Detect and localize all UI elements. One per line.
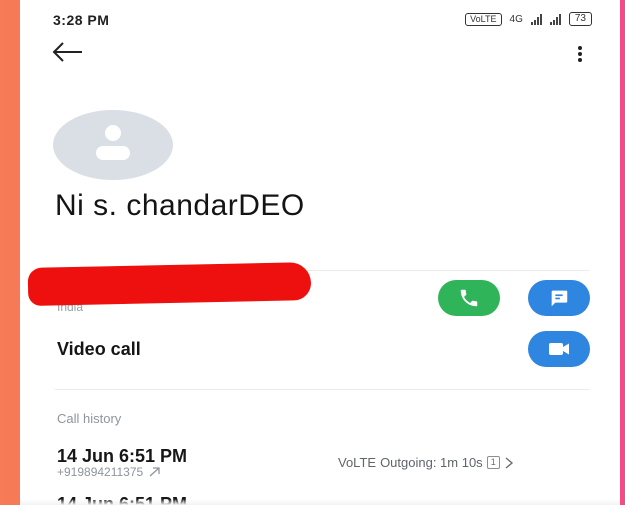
- video-call-button[interactable]: [528, 331, 590, 367]
- arrow-left-icon: [52, 42, 82, 62]
- history-call-detail: Outgoing: 1m 10s: [380, 455, 483, 470]
- signal-icon-2: [549, 13, 561, 25]
- call-button[interactable]: [438, 280, 500, 316]
- history-number: +919894211375: [57, 465, 162, 479]
- battery-icon: 73: [568, 12, 592, 26]
- video-call-label[interactable]: Video call: [57, 339, 141, 360]
- bottom-edge: [20, 499, 620, 505]
- video-camera-icon: [549, 343, 569, 355]
- network-type-label: 4G: [509, 13, 523, 25]
- history-number-text: +919894211375: [57, 465, 144, 479]
- message-button[interactable]: [528, 280, 590, 316]
- status-time: 3:28 PM: [53, 12, 110, 28]
- phone-icon: [460, 289, 478, 307]
- volte-badge: VoLTE: [465, 12, 502, 26]
- person-icon: [96, 125, 130, 160]
- contact-detail-screen: 3:28 PM VoLTE 4G 73 Ni s. chandarDEO Ind…: [20, 0, 620, 505]
- outgoing-arrow-icon: [149, 467, 160, 477]
- top-bar: [20, 38, 620, 70]
- contact-name: Ni s. chandarDEO: [55, 189, 305, 222]
- avatar: [53, 110, 173, 180]
- history-network: VoLTE: [338, 455, 377, 470]
- message-icon: [551, 290, 568, 307]
- back-button[interactable]: [50, 40, 90, 68]
- status-bar: 3:28 PM VoLTE 4G 73: [20, 0, 620, 38]
- battery-level: 73: [574, 13, 586, 24]
- chevron-right-icon: [505, 456, 513, 469]
- sim-badge: 1: [486, 456, 500, 469]
- history-detail: VoLTE Outgoing: 1m 10s 1: [338, 455, 514, 470]
- more-options-button[interactable]: [570, 42, 590, 66]
- call-history-label: Call history: [57, 411, 122, 426]
- history-date: 14 Jun 6:51 PM: [57, 446, 188, 466]
- divider: [55, 389, 590, 390]
- more-vert-icon: [578, 46, 582, 62]
- redaction-mark: [27, 262, 312, 306]
- status-icons: VoLTE 4G 73: [465, 12, 592, 26]
- signal-icon: [530, 13, 542, 25]
